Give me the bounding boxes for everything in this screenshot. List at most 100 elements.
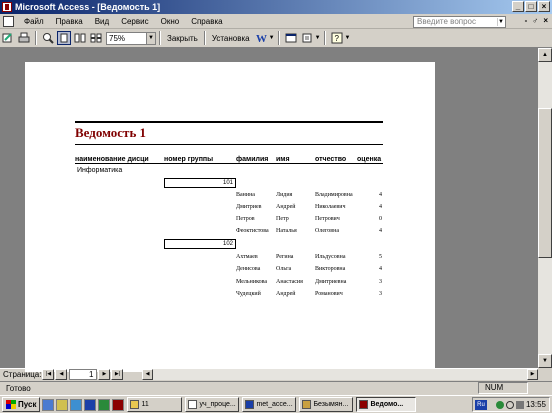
- student-firstname: Анастасия: [276, 279, 303, 285]
- horizontal-scrollbar[interactable]: ◀ ▶: [142, 369, 538, 380]
- vertical-scroll-thumb[interactable]: [538, 108, 552, 258]
- page-number-input[interactable]: 1: [69, 369, 98, 380]
- column-header-middlename: отчество: [315, 156, 347, 163]
- multiple-pages-icon[interactable]: [89, 31, 103, 45]
- task-paint[interactable]: Безымян...: [299, 397, 354, 412]
- column-header-group: номер группы: [164, 156, 214, 163]
- ie-icon[interactable]: [42, 398, 55, 411]
- zoom-icon[interactable]: [41, 31, 55, 45]
- ask-question-input[interactable]: Введите вопрос ▼: [413, 16, 506, 28]
- doc-restore-button[interactable]: ♂: [532, 16, 538, 25]
- scroll-up-icon[interactable]: ▲: [538, 48, 552, 62]
- zoom-select[interactable]: 75% ▼: [106, 31, 156, 45]
- two-pages-icon[interactable]: [73, 31, 87, 45]
- minimize-button[interactable]: _: [512, 1, 524, 12]
- toolbar-separator: [323, 31, 326, 45]
- word-quicklaunch-icon[interactable]: [84, 398, 97, 411]
- taskbar: Пуск 11 уч_проце... met_acce... Безымян.…: [0, 395, 552, 413]
- column-header-grade: оценка: [357, 156, 382, 163]
- zoom-value: 75%: [109, 33, 126, 43]
- chevron-down-icon[interactable]: ▼: [497, 18, 504, 26]
- language-indicator[interactable]: Ru: [475, 399, 487, 410]
- next-page-icon[interactable]: ▶: [98, 369, 111, 380]
- excel-quicklaunch-icon[interactable]: [98, 398, 111, 411]
- print-icon[interactable]: [17, 31, 31, 45]
- menu-file[interactable]: Файл: [18, 17, 50, 26]
- preview-toolbar: 75% ▼ Закрыть Установка W ▼ ▼ ? ▼: [0, 29, 552, 48]
- maximize-button[interactable]: □: [525, 1, 537, 12]
- student-firstname: Регина: [276, 254, 294, 260]
- column-header-firstname: имя: [276, 156, 290, 163]
- new-object-icon[interactable]: [300, 31, 314, 45]
- toolbar-separator: [159, 31, 161, 45]
- task-word-doc-1[interactable]: уч_проце...: [185, 397, 240, 412]
- close-button[interactable]: ×: [538, 1, 550, 12]
- document-icon: [188, 400, 198, 409]
- page-setup-button[interactable]: Установка: [209, 34, 253, 43]
- task-access-report[interactable]: Ведомо...: [356, 397, 417, 412]
- toolbar-separator: [35, 31, 37, 45]
- group-number-box: 102: [164, 239, 236, 249]
- chevron-down-icon[interactable]: ▼: [146, 32, 155, 44]
- doc-minimize-button[interactable]: -: [525, 16, 528, 25]
- student-lastname: Мельникова: [236, 279, 268, 285]
- menu-help[interactable]: Справка: [185, 17, 228, 26]
- one-page-icon[interactable]: [57, 31, 71, 45]
- student-firstname: Андрей: [276, 204, 296, 210]
- volume-icon[interactable]: [515, 400, 524, 409]
- title-top-rule: [75, 121, 383, 123]
- clock[interactable]: 13:55: [526, 400, 546, 409]
- tray-app-icon[interactable]: [495, 400, 504, 409]
- help-icon[interactable]: ?: [330, 31, 344, 45]
- database-window-icon[interactable]: [284, 31, 298, 45]
- last-page-icon[interactable]: ▶|: [111, 369, 124, 380]
- student-grade: 5: [379, 254, 382, 260]
- student-lastname: Денисова: [236, 266, 261, 272]
- window-title: Microsoft Access - [Ведомость 1]: [15, 2, 161, 12]
- document-icon[interactable]: [3, 15, 14, 27]
- first-page-icon[interactable]: |◀: [42, 369, 55, 380]
- document-window-controls: - ♂ ×: [525, 16, 548, 25]
- access-app-icon[interactable]: [2, 2, 12, 12]
- student-grade: 4: [379, 192, 382, 198]
- close-preview-button[interactable]: Закрыть: [164, 34, 201, 43]
- start-label: Пуск: [18, 400, 37, 409]
- scroll-right-icon[interactable]: ▶: [527, 369, 538, 380]
- menu-window[interactable]: Окно: [155, 17, 186, 26]
- report-page: [25, 62, 435, 372]
- student-firstname: Наталья: [276, 228, 297, 234]
- tray-clock-icon[interactable]: [505, 400, 514, 409]
- task-label: уч_проце...: [199, 401, 236, 408]
- scroll-left-icon[interactable]: ◀: [142, 369, 153, 380]
- chevron-down-icon[interactable]: ▼: [269, 35, 275, 41]
- view-icon[interactable]: [1, 31, 15, 45]
- system-tray: Ru 13:55: [472, 397, 550, 412]
- student-middlename: Николаевич: [315, 204, 346, 210]
- folder-icon: [130, 400, 140, 409]
- toolbar-separator: [203, 31, 206, 45]
- student-grade: 3: [379, 279, 382, 285]
- student-lastname: Петров: [236, 216, 255, 222]
- menu-edit[interactable]: Правка: [50, 17, 89, 26]
- desktop-icon[interactable]: [70, 398, 83, 411]
- word-icon[interactable]: W: [254, 31, 268, 45]
- access-quicklaunch-icon[interactable]: [112, 398, 125, 411]
- student-middlename: Петрович: [315, 216, 340, 222]
- task-word-doc-2[interactable]: met_acce...: [242, 397, 297, 412]
- chevron-down-icon[interactable]: ▼: [345, 35, 351, 41]
- start-button[interactable]: Пуск: [2, 397, 41, 412]
- vertical-scrollbar[interactable]: ▲ ▼: [538, 48, 552, 368]
- svg-text:W: W: [256, 33, 267, 44]
- student-grade: 4: [379, 266, 382, 272]
- task-folder-11[interactable]: 11: [127, 397, 183, 412]
- prev-page-icon[interactable]: ◀: [55, 369, 68, 380]
- scroll-down-icon[interactable]: ▼: [538, 354, 552, 368]
- student-firstname: Андрей: [276, 291, 296, 297]
- student-middlename: Ильдусовна: [315, 254, 346, 260]
- chevron-down-icon[interactable]: ▼: [315, 35, 321, 41]
- menu-view[interactable]: Вид: [89, 17, 115, 26]
- page-label: Страница:: [3, 370, 42, 379]
- doc-close-button[interactable]: ×: [543, 16, 548, 25]
- explorer-icon[interactable]: [56, 398, 69, 411]
- menu-tools[interactable]: Сервис: [115, 17, 154, 26]
